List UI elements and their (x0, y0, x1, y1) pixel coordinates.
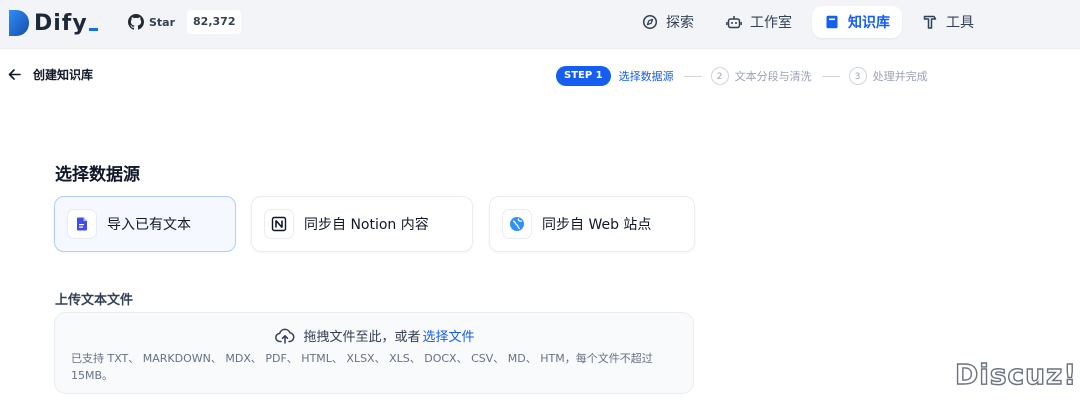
cloud-upload-icon (275, 328, 295, 344)
app-name: Dify (34, 11, 98, 36)
nav-knowledge-label: 知识库 (848, 15, 890, 31)
nav-studio[interactable]: 工作室 (714, 6, 804, 38)
source-icon-wrap (264, 209, 294, 239)
github-icon (128, 14, 144, 30)
source-card-notion[interactable]: 同步自 Notion 内容 (251, 196, 473, 252)
book-icon (826, 15, 838, 29)
source-label: 同步自 Notion 内容 (304, 217, 429, 233)
notion-icon (271, 216, 287, 232)
source-icon-wrap (502, 209, 532, 239)
discuz-watermark: Discuz! (954, 357, 1078, 391)
file-icon (77, 217, 87, 231)
dropzone-text: 拖拽文件至此，或者 (303, 330, 421, 345)
dify-logo-mark-icon (9, 10, 29, 36)
step-divider (683, 75, 702, 77)
upload-section-title: 上传文本文件 (55, 293, 134, 308)
source-label: 同步自 Web 站点 (542, 217, 652, 233)
step-3-number: 3 (848, 67, 867, 85)
step-2-number: 2 (710, 67, 729, 85)
compass-icon (642, 14, 658, 30)
nav-studio-label: 工作室 (750, 15, 792, 31)
step-2-label: 文本分段与清洗 (734, 70, 812, 83)
github-star-count[interactable]: 82,372 (187, 10, 242, 34)
supported-formats-tip: 已支持 TXT、 MARKDOWN、 MDX、 PDF、 HTML、 XLSX、… (71, 352, 653, 382)
github-star-button[interactable]: Star (126, 10, 181, 34)
nav-knowledge[interactable]: 知识库 (812, 6, 902, 38)
github-star-label: Star (149, 15, 176, 29)
top-navigation-bar: Dify Star 82,372 探索 工作室 知识库 工具 (0, 0, 1080, 48)
page-title: 创建知识库 (33, 68, 94, 82)
nav-tools[interactable]: 工具 (910, 6, 986, 38)
source-card-web[interactable]: 同步自 Web 站点 (489, 196, 695, 252)
dify-logo[interactable]: Dify (9, 8, 98, 38)
nav-explore-label: 探索 (666, 15, 694, 31)
step-divider (821, 75, 840, 77)
web-icon (510, 217, 524, 231)
source-icon-wrap (67, 209, 97, 239)
create-dataset-header: 创建知识库 STEP 1 选择数据源 2 文本分段与清洗 3 处理并完成 (0, 48, 1080, 102)
hammer-icon (923, 15, 937, 29)
step-indicator: STEP 1 选择数据源 2 文本分段与清洗 3 处理并完成 (556, 65, 928, 87)
file-dropzone[interactable]: 拖拽文件至此，或者 选择文件 已支持 TXT、 MARKDOWN、 MDX、 P… (54, 312, 694, 394)
select-file-link[interactable]: 选择文件 (423, 326, 475, 345)
source-card-file[interactable]: 导入已有文本 (54, 196, 236, 252)
step-1-badge: STEP 1 (556, 66, 611, 86)
back-button[interactable]: 创建知识库 (8, 66, 93, 83)
section-title: 选择数据源 (55, 165, 140, 185)
nav-explore[interactable]: 探索 (630, 6, 706, 38)
nav-tools-label: 工具 (946, 15, 974, 31)
step-3-label: 处理并完成 (872, 70, 928, 83)
main-nav: 探索 工作室 知识库 工具 (630, 6, 994, 38)
source-label: 导入已有文本 (107, 217, 191, 233)
arrow-left-icon (8, 69, 21, 80)
dropzone-prompt: 拖拽文件至此，或者 选择文件 (55, 326, 695, 345)
robot-icon (726, 16, 742, 29)
step-1-label: 选择数据源 (618, 70, 674, 83)
github-star-widget[interactable]: Star 82,372 (126, 10, 242, 34)
